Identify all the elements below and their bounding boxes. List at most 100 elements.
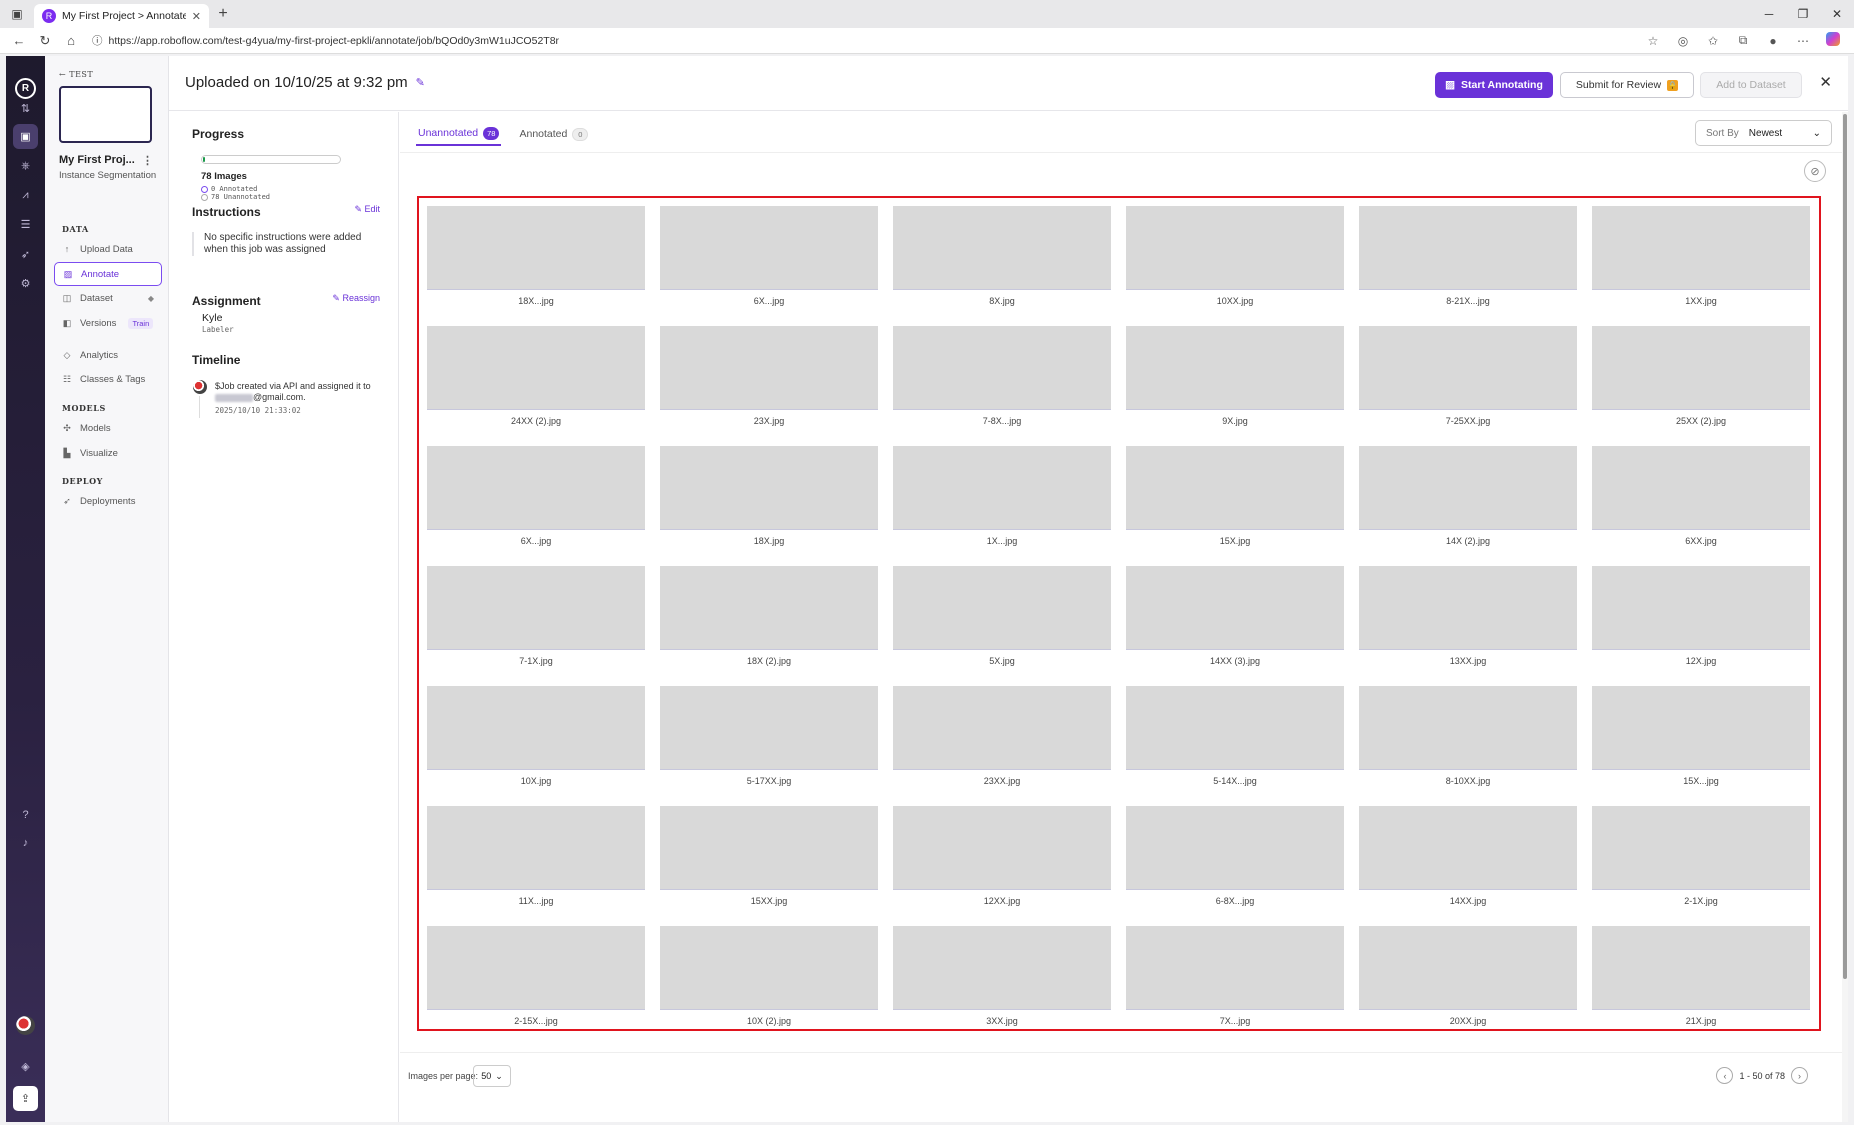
image-tile[interactable]: 6X...jpg [427, 446, 645, 549]
image-thumbnail[interactable] [893, 926, 1111, 1010]
image-thumbnail[interactable] [427, 206, 645, 290]
extension-icon[interactable]: ◎ [1668, 34, 1698, 48]
image-tile[interactable]: 1X...jpg [893, 446, 1111, 549]
image-thumbnail[interactable] [1126, 926, 1344, 1010]
image-thumbnail[interactable] [893, 566, 1111, 650]
image-tile[interactable]: 7-25XX.jpg [1359, 326, 1577, 429]
tab-unannotated[interactable]: Unannotated 78 [416, 122, 502, 146]
image-thumbnail[interactable] [1126, 446, 1344, 530]
image-thumbnail[interactable] [1126, 806, 1344, 890]
sidebar-item-visualize[interactable]: ▙ Visualize [54, 441, 162, 465]
add-to-dataset-button[interactable]: Add to Dataset [1700, 72, 1802, 98]
image-thumbnail[interactable] [1592, 206, 1810, 290]
edit-title-icon[interactable]: ✎ [416, 76, 425, 89]
image-tile[interactable]: 6-8X...jpg [1126, 806, 1344, 909]
close-tab-icon[interactable]: ✕ [192, 10, 201, 23]
projects-icon[interactable]: ▣ [13, 124, 38, 149]
image-tile[interactable]: 12XX.jpg [893, 806, 1111, 909]
credits-icon[interactable]: ◈ [13, 1054, 38, 1079]
image-thumbnail[interactable] [427, 326, 645, 410]
image-thumbnail[interactable] [427, 926, 645, 1010]
image-thumbnail[interactable] [660, 566, 878, 650]
image-tile[interactable]: 18X...jpg [427, 206, 645, 309]
image-tile[interactable]: 3XX.jpg [893, 926, 1111, 1029]
sidebar-item-annotate[interactable]: ▨ Annotate [54, 262, 162, 286]
image-thumbnail[interactable] [893, 326, 1111, 410]
sort-select[interactable]: Sort By Newest ⌄ [1695, 120, 1832, 146]
back-icon[interactable]: ← [6, 33, 32, 48]
image-thumbnail[interactable] [893, 446, 1111, 530]
image-tile[interactable]: 10X.jpg [427, 686, 645, 789]
submit-for-review-button[interactable]: Submit for Review 🔒 [1560, 72, 1694, 98]
image-tile[interactable]: 8X.jpg [893, 206, 1111, 309]
reassign-link[interactable]: ✎ Reassign [332, 293, 380, 304]
image-thumbnail[interactable] [1359, 686, 1577, 770]
profile-icon[interactable]: ● [1758, 34, 1788, 48]
image-thumbnail[interactable] [427, 806, 645, 890]
image-thumbnail[interactable] [660, 206, 878, 290]
transfer-icon[interactable]: ⇅ [13, 96, 38, 121]
sidebar-item-analytics[interactable]: ◇ Analytics [54, 343, 162, 367]
image-thumbnail[interactable] [427, 446, 645, 530]
sidebar-item-versions[interactable]: ◧ Versions Train [54, 311, 162, 335]
project-name[interactable]: My First Proj... ⋮ [59, 154, 159, 167]
image-tile[interactable]: 20XX.jpg [1359, 926, 1577, 1029]
image-tile[interactable]: 8-21X...jpg [1359, 206, 1577, 309]
database-icon[interactable]: ☰ [13, 212, 38, 237]
export-icon[interactable]: ⇪ [13, 1086, 38, 1111]
image-thumbnail[interactable] [660, 326, 878, 410]
sidebar-item-dataset[interactable]: ◫ Dataset ◆ [54, 286, 162, 310]
sidebar-item-models[interactable]: ✣ Models [54, 416, 162, 440]
image-thumbnail[interactable] [1592, 806, 1810, 890]
notifications-icon[interactable]: ♪ [13, 830, 38, 855]
start-annotating-button[interactable]: ▨ Start Annotating [1435, 72, 1553, 98]
copilot-icon[interactable] [1818, 32, 1848, 49]
scrollbar-thumb[interactable] [1843, 114, 1847, 979]
image-tile[interactable]: 9X.jpg [1126, 326, 1344, 429]
image-tile[interactable]: 1XX.jpg [1592, 206, 1810, 309]
collections-icon[interactable]: ⧉ [1728, 33, 1758, 48]
image-tile[interactable]: 24XX (2).jpg [427, 326, 645, 429]
image-tile[interactable]: 6X...jpg [660, 206, 878, 309]
image-tile[interactable]: 18X (2).jpg [660, 566, 878, 669]
image-thumbnail[interactable] [1359, 566, 1577, 650]
workspace-back-link[interactable]: ← TEST [59, 70, 93, 79]
image-tile[interactable]: 7-1X.jpg [427, 566, 645, 669]
image-thumbnail[interactable] [1359, 926, 1577, 1010]
sidebar-item-upload-data[interactable]: ↑ Upload Data [54, 237, 162, 261]
maximize-icon[interactable]: ❐ [1786, 7, 1820, 21]
image-thumbnail[interactable] [1126, 206, 1344, 290]
home-icon[interactable]: ⌂ [58, 33, 84, 48]
url-field[interactable]: ⓘ https://app.roboflow.com/test-g4yua/my… [92, 30, 1630, 51]
tab-annotated[interactable]: Annotated 0 [517, 122, 590, 146]
image-tile[interactable]: 12X.jpg [1592, 566, 1810, 669]
hide-toggle-icon[interactable]: ⊘ [1804, 160, 1826, 182]
image-thumbnail[interactable] [1126, 686, 1344, 770]
image-tile[interactable]: 10XX.jpg [1126, 206, 1344, 309]
more-options-icon[interactable]: ⋯ [1788, 34, 1818, 48]
image-thumbnail[interactable] [893, 206, 1111, 290]
image-tile[interactable]: 5-17XX.jpg [660, 686, 878, 789]
deploy-icon[interactable]: ➶ [13, 242, 38, 267]
image-thumbnail[interactable] [660, 446, 878, 530]
image-tile[interactable]: 14X (2).jpg [1359, 446, 1577, 549]
close-icon[interactable]: ✕ [1819, 73, 1832, 91]
site-info-icon[interactable]: ⓘ [92, 33, 103, 48]
favorite-star-icon[interactable]: ☆ [1638, 34, 1668, 48]
image-thumbnail[interactable] [1592, 926, 1810, 1010]
reload-icon[interactable]: ↻ [32, 33, 58, 49]
image-tile[interactable]: 7X...jpg [1126, 926, 1344, 1029]
image-thumbnail[interactable] [660, 926, 878, 1010]
next-page-icon[interactable]: › [1791, 1067, 1808, 1084]
user-avatar[interactable] [16, 1016, 35, 1035]
image-tile[interactable]: 10X (2).jpg [660, 926, 878, 1029]
help-icon[interactable]: ? [13, 802, 38, 827]
image-tile[interactable]: 15X.jpg [1126, 446, 1344, 549]
workflows-icon[interactable]: ⎈ [13, 154, 38, 179]
train-badge[interactable]: Train [128, 317, 154, 329]
favorites-icon[interactable]: ✩ [1698, 34, 1728, 48]
close-window-icon[interactable]: ✕ [1820, 7, 1854, 21]
image-tile[interactable]: 14XX (3).jpg [1126, 566, 1344, 669]
image-thumbnail[interactable] [1592, 326, 1810, 410]
monitoring-icon[interactable]: ⩘ [13, 183, 38, 208]
